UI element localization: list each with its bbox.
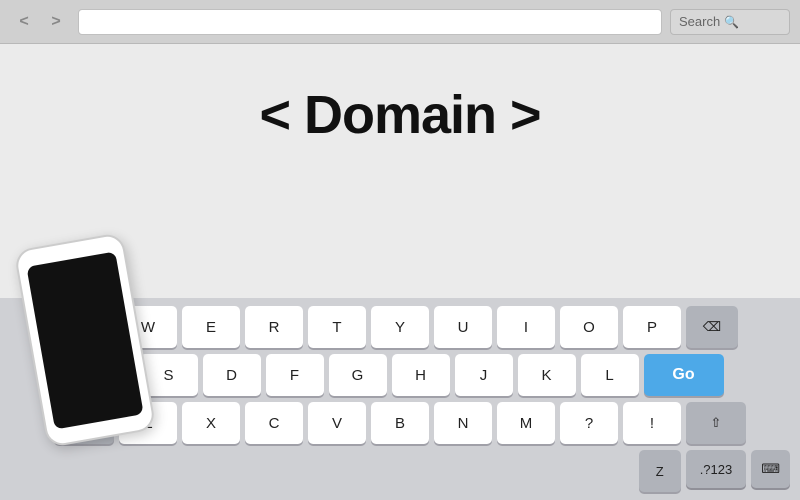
key-t[interactable]: T (308, 306, 366, 348)
phone-screen (26, 251, 143, 429)
key-y[interactable]: Y (371, 306, 429, 348)
key-v[interactable]: V (308, 402, 366, 444)
key-u[interactable]: U (434, 306, 492, 348)
key-j[interactable]: J (455, 354, 513, 396)
backspace-key[interactable]: ⌫ (686, 306, 738, 348)
browser-bar: < > Search 🔍 (0, 0, 800, 44)
numbers-key[interactable]: .?123 (686, 450, 747, 488)
key-r[interactable]: R (245, 306, 303, 348)
key-p[interactable]: P (623, 306, 681, 348)
key-k[interactable]: K (518, 354, 576, 396)
key-i[interactable]: I (497, 306, 555, 348)
key-c[interactable]: C (245, 402, 303, 444)
search-label: Search (679, 14, 720, 29)
key-g[interactable]: G (329, 354, 387, 396)
keyboard-icon-key[interactable]: ⌨ (751, 450, 790, 488)
address-bar[interactable] (78, 9, 662, 35)
key-z-bottom[interactable]: Z (639, 450, 681, 492)
key-n[interactable]: N (434, 402, 492, 444)
key-e[interactable]: E (182, 306, 240, 348)
search-icon: 🔍 (724, 15, 739, 29)
key-h[interactable]: H (392, 354, 450, 396)
shift-key-right[interactable]: ⇧ (686, 402, 746, 444)
key-b[interactable]: B (371, 402, 429, 444)
nav-buttons: < > (10, 8, 70, 36)
key-o[interactable]: O (560, 306, 618, 348)
main-content: < Domain > Q W E R T Y U I O P ⌫ A (0, 44, 800, 500)
key-exclaim[interactable]: ! (623, 402, 681, 444)
key-l[interactable]: L (581, 354, 639, 396)
page-title: < Domain > (259, 84, 540, 146)
go-key[interactable]: Go (644, 354, 724, 396)
key-f[interactable]: F (266, 354, 324, 396)
back-button[interactable]: < (10, 8, 38, 36)
key-question[interactable]: ? (560, 402, 618, 444)
key-m[interactable]: M (497, 402, 555, 444)
key-x[interactable]: X (182, 402, 240, 444)
forward-button[interactable]: > (42, 8, 70, 36)
keyboard-row-bottom: Z .?123 ⌨ (4, 450, 796, 496)
key-d[interactable]: D (203, 354, 261, 396)
search-box[interactable]: Search 🔍 (670, 9, 790, 35)
